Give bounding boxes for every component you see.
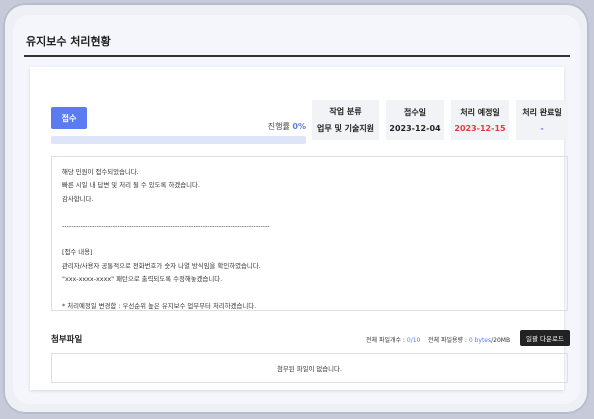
content-box: 해당 민원이 접수되었습니다. 빠른 시일 내 답변 및 처리 될 수 있도록 … <box>51 156 568 311</box>
attachments-list: 첨부된 파일이 없습니다. <box>51 353 568 383</box>
status-button[interactable]: 접수 <box>51 107 87 129</box>
maintenance-status-card: 접수 진행률 0% 작업 분류 업무 및 기술지원 접수일 2023-12-04… <box>30 67 570 390</box>
device-frame: 유지보수 처리현황 접수 진행률 0% 작업 분류 업무 및 기술지원 접수일 … <box>3 3 589 414</box>
file-count-label: 전체 파일개수 : <box>366 337 407 344</box>
info-received-date: 접수일 2023-12-04 <box>386 100 444 140</box>
file-size-max: /20MB <box>491 337 511 344</box>
info-label: 접수일 <box>403 108 427 117</box>
info-value: 업무 및 기술지원 <box>316 124 375 133</box>
progress-label: 진행률 0% <box>240 121 306 132</box>
content-line <box>62 233 557 246</box>
content-line: 관리자/사용자 공통적으로 전화번호가 숫자 나열 방식임을 확인하였습니다. <box>62 261 261 270</box>
bulk-download-button[interactable]: 일괄 다운로드 <box>520 330 570 346</box>
info-label: 처리 예정일 <box>460 108 500 117</box>
info-value: 2023-12-04 <box>389 124 441 133</box>
info-label: 작업 분류 <box>329 107 362 116</box>
file-count-value: 0/10 <box>406 337 421 344</box>
content-line: * 처리예정일 변경함 : 우선순위 높은 유지보수 업무부터 처리하겠습니다. <box>62 301 257 310</box>
progress-prefix: 진행률 <box>267 122 293 131</box>
progress-percent: 0% <box>292 122 306 131</box>
content-line <box>62 287 557 300</box>
content-line: [접수 내용] <box>62 248 93 257</box>
content-line: "xxx-xxxx-xxxx" 패턴으로 출력되도록 수정해놓겠습니다. <box>62 275 223 284</box>
info-label: 처리 완료일 <box>522 108 562 117</box>
content-line <box>62 206 557 219</box>
info-completed-date: 처리 완료일 - <box>516 100 568 140</box>
info-value: - <box>540 124 544 133</box>
page-container: 유지보수 처리현황 접수 진행률 0% 작업 분류 업무 및 기술지원 접수일 … <box>13 15 580 404</box>
title-divider <box>24 55 570 57</box>
content-divider-line: ----------------------------------------… <box>62 221 270 230</box>
page-title: 유지보수 처리현황 <box>26 35 111 48</box>
info-work-category: 작업 분류 업무 및 기술지원 <box>312 100 379 140</box>
content-line: 감사합니다. <box>62 194 94 203</box>
info-value: 2023-12-15 <box>454 124 506 133</box>
attachments-empty-text: 첨부된 파일이 없습니다. <box>277 364 342 373</box>
attachments-meta: 전체 파일개수 : 0/10 전체 파일용량 : 0 bytes/20MB <box>366 335 510 344</box>
file-size-label: 전체 파일용량 : <box>428 337 469 344</box>
info-scheduled-date: 처리 예정일 2023-12-15 <box>451 100 509 140</box>
progress-bar <box>51 136 306 144</box>
content-line: 해당 민원이 접수되었습니다. <box>62 168 139 176</box>
file-size-value: 0 bytes <box>468 337 492 344</box>
attachments-title: 첨부파일 <box>51 335 83 345</box>
content-line: 빠른 시일 내 답변 및 처리 될 수 있도록 하겠습니다. <box>62 181 200 190</box>
